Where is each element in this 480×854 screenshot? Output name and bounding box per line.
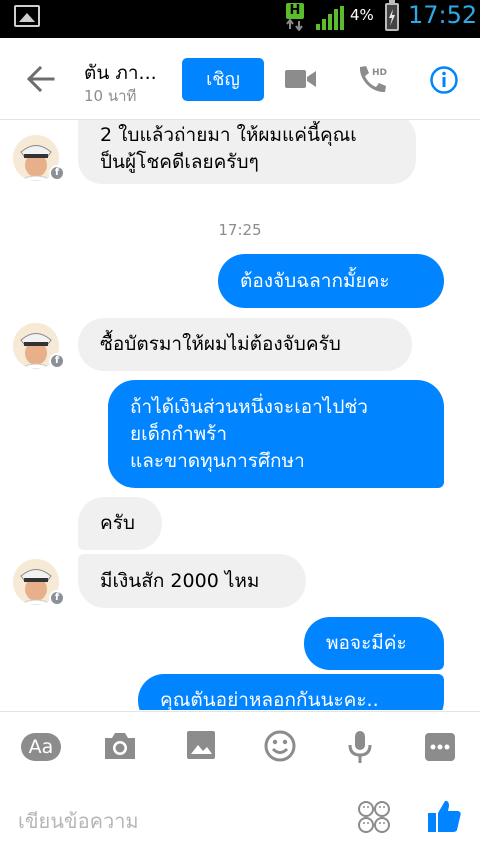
- battery-icon: [385, 0, 399, 31]
- message-line: ป็นผู้โชคดีเลยครับๆ: [100, 151, 259, 173]
- status-bar: H 4% 17:52: [0, 0, 480, 38]
- message-bubble-outgoing[interactable]: คุณตันอย่าหลอกกันนะคะ..: [138, 674, 444, 710]
- network-type-label: H: [286, 3, 304, 19]
- message-timestamp: 17:25: [218, 221, 262, 239]
- more-icon[interactable]: [425, 733, 455, 761]
- message-bubble-outgoing[interactable]: พอจะมีค่ะ: [304, 617, 444, 670]
- message-input[interactable]: เขียนข้อความ: [18, 805, 139, 837]
- hd-call-icon[interactable]: HD: [356, 64, 390, 96]
- message-bubble-incoming[interactable]: มีเงินสัก 2000 ไหม: [78, 554, 306, 608]
- emoji-icon[interactable]: [264, 730, 296, 762]
- facebook-badge-icon: f: [49, 353, 65, 369]
- gallery-icon[interactable]: [186, 730, 216, 760]
- message-bubble-outgoing[interactable]: ถ้าได้เงินส่วนหนึ่งจะเอาไปช่ว ยเด็กกำพร้…: [108, 380, 444, 488]
- facebook-badge-icon: f: [49, 165, 65, 181]
- message-line: ครับ: [100, 512, 135, 534]
- back-arrow-icon[interactable]: [26, 64, 56, 94]
- conversation-header: ตัน ภา... 10 นาที เชิญ HD: [0, 38, 480, 120]
- message-line: และขาดทุนการศึกษา: [130, 449, 305, 472]
- message-bubble-outgoing[interactable]: ต้องจับฉลากมั้ยคะ: [218, 254, 444, 308]
- facebook-badge-icon: f: [49, 590, 65, 606]
- message-bubble-incoming[interactable]: ซื้อบัตรมาให้ผมไม่ต้องจับครับ: [78, 318, 412, 371]
- last-active: 10 นาที: [84, 87, 137, 105]
- video-call-icon[interactable]: [285, 68, 317, 90]
- sticker-icon[interactable]: [357, 800, 391, 834]
- message-bubble-incoming[interactable]: ครับ: [78, 497, 162, 550]
- message-line: พอจะมีค่ะ: [326, 632, 407, 654]
- message-line: มีเงินสัก 2000 ไหม: [100, 569, 260, 592]
- aa-label: Aa: [28, 736, 54, 758]
- message-composer: เขียนข้อความ: [0, 781, 480, 854]
- message-bubble-incoming[interactable]: 2 ใบแล้วถ่ายมา ให้ผมแค่นี้คุณเ ป็นผู้โชค…: [78, 120, 416, 184]
- text-aa-icon[interactable]: Aa: [21, 733, 61, 761]
- message-line: ถ้าได้เงินส่วนหนึ่งจะเอาไปช่ว: [130, 395, 368, 418]
- data-arrows-icon: [286, 19, 303, 31]
- invite-button[interactable]: เชิญ: [182, 58, 264, 101]
- message-line: ซื้อบัตรมาให้ผมไม่ต้องจับครับ: [100, 333, 341, 355]
- composer-toolbar: Aa: [0, 711, 480, 781]
- svg-text:HD: HD: [372, 68, 387, 78]
- info-icon[interactable]: [429, 65, 459, 95]
- microphone-icon[interactable]: [347, 730, 373, 764]
- network-type-icon: H: [286, 3, 304, 31]
- message-line: ยเด็กกำพร้า: [130, 422, 228, 445]
- like-thumb-icon[interactable]: [426, 798, 462, 834]
- message-line: 2 ใบแล้วถ่ายมา ให้ผมแค่นี้คุณเ: [100, 124, 357, 146]
- camera-icon[interactable]: [103, 730, 137, 762]
- gallery-notification-icon: [14, 5, 40, 27]
- signal-icon: [316, 6, 344, 30]
- message-line: ต้องจับฉลากมั้ยคะ: [240, 269, 390, 292]
- message-list[interactable]: f 2 ใบแล้วถ่ายมา ให้ผมแค่นี้คุณเ ป็นผู้โ…: [0, 120, 480, 710]
- message-line: คุณตันอย่าหลอกกันนะคะ..: [160, 689, 379, 710]
- status-time: 17:52: [408, 1, 478, 29]
- battery-percent: 4%: [350, 6, 374, 24]
